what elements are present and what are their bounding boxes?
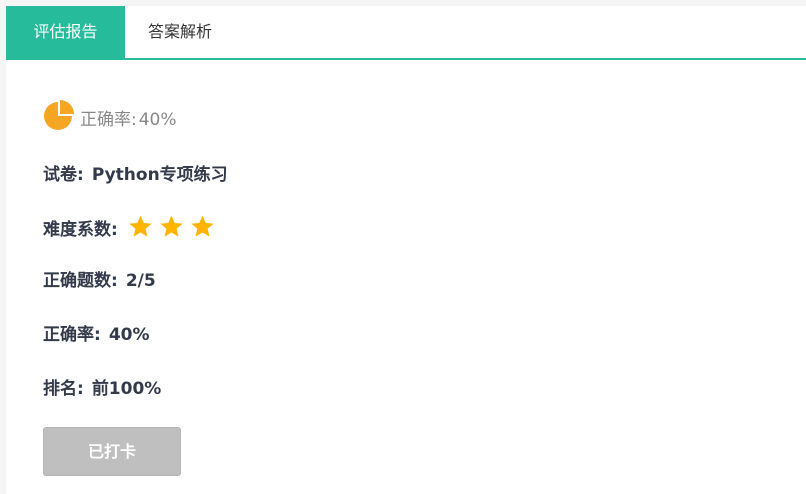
correct-count-label: 正确题数: [43, 271, 118, 291]
rank-row: 排名: 前100% [43, 376, 161, 402]
tab-answer-analysis[interactable]: 答案解析 [125, 6, 235, 58]
star-icon [129, 215, 152, 237]
accuracy-rate-value: 40% [108, 325, 150, 345]
checked-in-button[interactable]: 已打卡 [43, 427, 181, 476]
difficulty-stars [128, 214, 215, 239]
rank-label: 排名: [43, 379, 84, 399]
accuracy-label: 正确率: [80, 110, 137, 130]
tab-bar: 评估报告 答案解析 [6, 6, 806, 60]
tab-evaluation-report[interactable]: 评估报告 [6, 6, 125, 58]
correct-count-row: 正确题数: 2/5 [43, 268, 156, 294]
pie-chart-icon [44, 100, 74, 130]
star-icon [160, 215, 183, 237]
star-icon [191, 215, 214, 237]
paper-value: Python专项练习 [91, 165, 228, 185]
difficulty-row: 难度系数: [43, 214, 215, 240]
difficulty-label: 难度系数: [43, 220, 118, 240]
report-panel: 正确率: 40% 试卷: Python专项练习 难度系数: 正确题数: 2/5 正确率… [6, 60, 806, 494]
accuracy-rate-label: 正确率: [43, 325, 101, 345]
paper-label: 试卷: [43, 165, 84, 185]
paper-row: 试卷: Python专项练习 [43, 162, 228, 188]
rank-value: 前100% [91, 379, 162, 399]
correct-count-value: 2/5 [125, 271, 156, 291]
accuracy-row: 正确率: 40% [43, 322, 150, 348]
accuracy-value: 40% [138, 110, 177, 130]
accuracy-header: 正确率: 40% [42, 98, 177, 132]
accuracy-summary: 正确率: 40% [80, 109, 177, 132]
